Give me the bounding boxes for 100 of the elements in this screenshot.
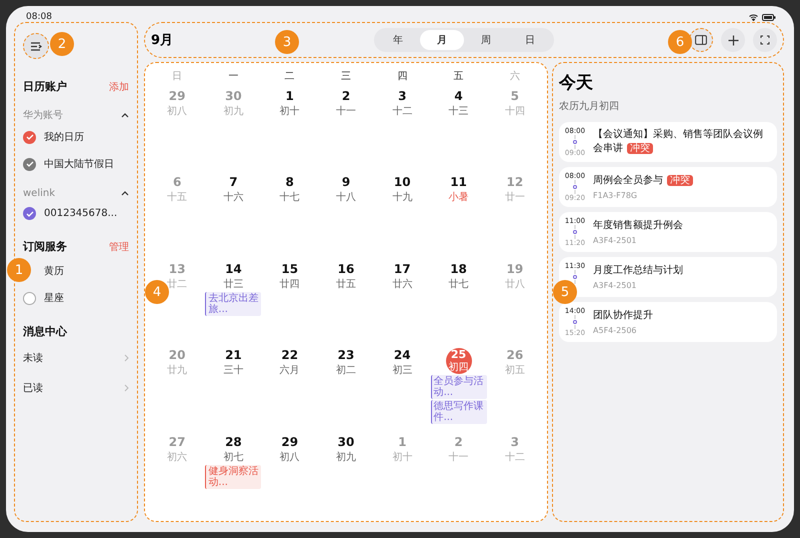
lunar-date: 廿九 [167,364,188,378]
chevron-up-icon [121,191,129,196]
menu-button[interactable] [23,33,49,59]
lunar-date: 廿三 [223,278,244,291]
panel-toggle-button[interactable] [689,28,713,52]
day-number[interactable]: 15 [281,262,298,276]
lunar-date: 六月 [280,364,300,378]
lunar-date: 十六 [223,190,244,204]
lunar-date: 十七 [280,190,300,204]
weekday-label: 五 [452,70,465,83]
day-number[interactable]: 23 [338,348,354,362]
day-number[interactable]: 24 [394,348,411,362]
calendar-checkbox[interactable] [23,130,36,144]
lunar-date: 廿四 [280,278,300,291]
weekday-label: 日 [171,70,184,83]
subscription-name: 星座 [44,292,64,305]
check-icon [26,160,34,168]
section-title: 订阅服务 [23,239,67,254]
lunar-date: 初八 [167,104,188,118]
view-tab[interactable]: 年 [376,30,420,50]
lunar-date: 初三 [392,364,412,378]
lunar-date: 廿二 [167,278,188,291]
day-number[interactable]: 4 [454,89,463,103]
lunar-date: 初七 [223,450,244,464]
lunar-date: 廿七 [448,278,469,291]
lunar-date: 十二 [504,450,525,464]
lunar-date: 初六 [167,450,188,464]
month-title: 9月 [151,32,174,49]
message-item[interactable]: 已读 [23,381,129,395]
lunar-date: 初五 [504,364,525,378]
weekday-label: 二 [284,70,296,83]
weekday-label: 四 [396,70,408,83]
view-tab[interactable]: 周 [464,30,508,50]
view-tab[interactable]: 月 [420,30,464,50]
event-chip[interactable]: 德思写作课件... [430,400,487,424]
lunar-date: 十九 [392,190,412,204]
timeline-icon [573,180,577,194]
day-number[interactable]: 1 [286,89,294,103]
day-number[interactable]: 16 [338,262,354,276]
weekday-label: 一 [227,70,240,83]
lunar-date: 初十 [392,450,412,464]
section-title: 日历账户 [23,79,67,94]
lunar-date: 小暑 [448,190,469,204]
wifi-icon [749,14,758,20]
timeline-icon [573,315,577,329]
event-title: 【会议通知】采购、销售等团队会议例会串讲 冲突 [593,128,764,156]
lunar-date: 初八 [280,450,300,464]
today-marker[interactable]: 25 初四 [446,348,472,374]
day-number[interactable]: 9 [342,175,350,190]
day-number[interactable]: 21 [225,348,242,362]
plus-icon [728,34,738,46]
timeline-icon [573,135,577,149]
check-icon [26,133,34,141]
lunar-date: 初九 [223,104,244,118]
subscription-checkbox[interactable] [23,292,36,304]
day-number[interactable]: 7 [229,175,238,190]
event-title: 年度销售额提升例会 [593,219,683,233]
day-number[interactable]: 18 [450,262,467,276]
day-number[interactable]: 29 [281,434,298,449]
day-number[interactable]: 17 [394,262,411,276]
lunar-date: 十二 [392,104,412,118]
day-number[interactable]: 3 [398,89,406,103]
lunar-date: 十一 [336,104,356,118]
fullscreen-icon [760,35,770,45]
event-title: 团队协作提升 [593,309,653,323]
event-chip[interactable]: 全员参与活动... [430,375,487,400]
day-number[interactable]: 30 [338,434,354,449]
event-title: 周例会全员参与 冲突 [593,174,693,188]
event-location: A3F4-2501 [593,236,638,245]
section-title: 消息中心 [23,324,67,339]
view-tab[interactable]: 日 [508,30,552,50]
side-panel-icon [695,35,707,45]
chevron-up-icon [121,112,129,118]
lunar-date: 廿八 [504,278,525,291]
today-title: 今天 [559,72,594,94]
menu-icon [30,42,42,50]
day-number[interactable]: 14 [225,262,242,276]
lunar-date: 三十 [223,364,244,378]
day-number[interactable]: 8 [286,175,294,190]
day-number[interactable]: 2 [342,89,350,103]
timeline-icon [573,270,577,284]
lunar-date: 廿一 [504,190,525,204]
timeline-icon [573,225,577,239]
subscription-name: 黄历 [44,264,64,278]
calendar-checkbox[interactable] [23,207,36,220]
lunar-subtitle: 农历九月初四 [559,100,620,113]
day-number[interactable]: 11 [450,175,467,190]
day-number[interactable]: 22 [281,348,298,362]
message-item[interactable]: 未读 [23,351,129,365]
calendar-name: 中国大陆节假日 [44,158,114,171]
lunar-date: 十四 [504,104,525,118]
day-number[interactable]: 10 [394,175,411,190]
calendar-name: 0012345678... [44,208,118,219]
calendar-checkbox[interactable] [23,158,36,170]
add-button[interactable] [721,28,745,52]
event-chip[interactable]: 去北京出差旅... [205,292,262,316]
lunar-date: 初二 [336,364,356,378]
day-number[interactable]: 28 [225,434,242,449]
lunar-date: 廿六 [392,278,412,291]
fullscreen-button[interactable] [753,28,777,52]
